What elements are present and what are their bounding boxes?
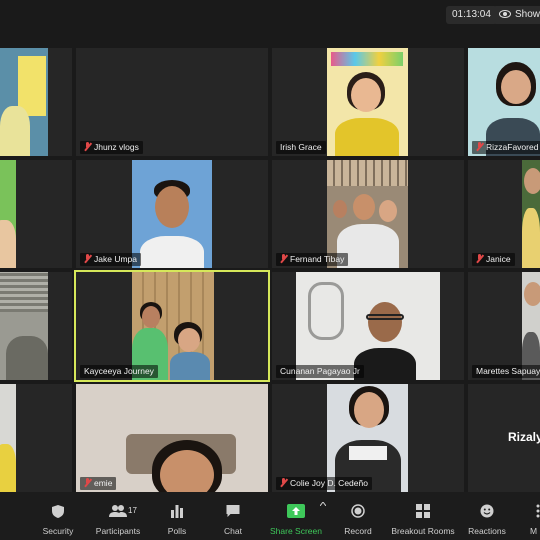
participant-tile[interactable]: Jake Umpa [76,160,268,268]
more-button[interactable]: M [526,492,540,540]
share-screen-button[interactable]: Share Screen [268,492,324,540]
show-button[interactable]: Show S [493,6,540,24]
muted-mic-icon [476,142,483,151]
chat-bubble-icon [226,505,240,517]
show-label: Show S [515,9,540,20]
chat-button[interactable]: Chat [212,492,254,540]
participant-video [522,272,540,380]
polls-button[interactable]: Polls [156,492,198,540]
participant-tile[interactable] [0,272,72,380]
participant-name: Jhunz vlogs [80,141,143,154]
eye-icon [499,10,511,19]
participant-video [327,384,408,492]
participant-tile[interactable]: Rizaly [468,384,540,492]
security-button[interactable]: Security [34,492,82,540]
record-button[interactable]: Record [336,492,380,540]
muted-mic-icon [280,254,287,263]
participant-tile-active-speaker[interactable]: Kayceeya Journey [74,270,270,382]
participants-button[interactable]: 17 Participants [90,492,146,540]
participant-tile[interactable]: Janice [468,160,540,268]
breakout-rooms-button[interactable]: Breakout Rooms [390,492,456,540]
participant-video [132,272,214,380]
participant-video [468,48,540,156]
participant-tile[interactable]: Colie Joy D. Cedeño [272,384,464,492]
grid-icon [416,504,430,518]
participant-name: Marettes Sapuay [472,365,540,378]
participant-tile[interactable] [0,48,72,156]
participant-video [0,384,16,492]
participant-name: Irish Grace [276,141,326,154]
participant-video [0,48,48,156]
participant-tile[interactable]: emie [76,384,268,492]
record-icon [351,504,365,518]
muted-mic-icon [84,254,91,263]
participant-video [296,272,440,380]
muted-mic-icon [476,254,483,263]
participant-tile[interactable]: Marettes Sapuay [468,272,540,380]
muted-mic-icon [84,142,91,151]
reactions-button[interactable]: Reactions [464,492,510,540]
participant-video [0,272,48,380]
participant-name-placeholder: Rizaly [508,430,540,444]
participant-video [76,384,268,492]
participant-tile[interactable] [0,160,72,268]
participant-name: Colie Joy D. Cedeño [276,477,372,490]
participant-name: Janice [472,253,515,266]
participant-video [522,160,540,268]
meeting-toolbar: Security 17 Participants Polls Chat Shar… [0,492,540,540]
participant-name: Jake Umpa [80,253,141,266]
participant-tile[interactable]: Irish Grace [272,48,464,156]
share-screen-icon [287,504,305,518]
bar-chart-icon [171,505,183,518]
more-dots-icon [536,504,540,518]
participant-video [132,160,212,268]
participant-name: RizzaFavored [472,141,540,154]
participant-name: emie [80,477,117,490]
participant-video [327,48,408,156]
participant-name: Kayceeya Journey [80,365,158,378]
participant-tile[interactable]: RizzaFavored [468,48,540,156]
chevron-up-icon [320,502,326,506]
participant-video [0,160,16,268]
participant-tile[interactable]: Cunanan Pagayao Jr [272,272,464,380]
people-icon [109,505,127,517]
participant-name: Cunanan Pagayao Jr [276,365,364,378]
muted-mic-icon [84,478,91,487]
smiley-icon [480,504,494,518]
participants-count: 17 [128,506,137,515]
participant-tile[interactable]: Jhunz vlogs [76,48,268,156]
share-screen-options[interactable] [318,492,328,540]
video-grid: Jhunz vlogs Irish Grace RizzaFavored Jak [0,48,540,492]
participant-name: Fernand Tibay [276,253,349,266]
meeting-timer: 01:13:04 [446,6,497,24]
muted-mic-icon [280,478,287,487]
participant-video [327,160,408,268]
top-bar: 01:13:04 Show S [0,0,540,30]
participant-tile[interactable] [0,384,72,492]
shield-icon [52,505,64,518]
participant-tile[interactable]: Fernand Tibay [272,160,464,268]
